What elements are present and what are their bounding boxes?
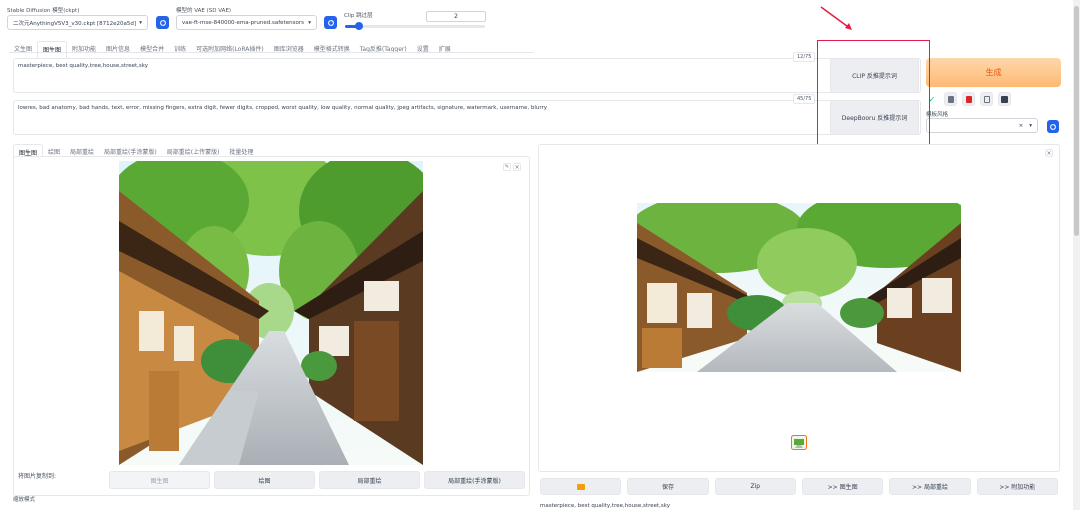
negative-prompt-text: lowres, bad anatomy, bad hands, text, er…	[18, 105, 548, 111]
main-tab-0[interactable]: 文生图	[9, 41, 37, 58]
ckpt-select[interactable]: 二次元AnythingV5V3_v30.ckpt [8712e20a5d] ▾	[7, 15, 148, 30]
vae-refresh-button[interactable]	[324, 16, 337, 29]
chevron-down-icon: ▾	[308, 19, 311, 26]
annotation-arrow	[820, 6, 852, 30]
main-tab-10[interactable]: 设置	[412, 41, 434, 58]
scrollbar-thumb[interactable]	[1074, 6, 1079, 236]
output-button-row: 保存 Zip >> 图生图 >> 局部重绘 >> 附加功能	[540, 478, 1058, 495]
style-refresh-button[interactable]	[1047, 120, 1059, 133]
folder-icon	[576, 483, 585, 490]
vae-label: 模型的 VAE (SD VAE)	[176, 8, 232, 14]
copy-to-button-3[interactable]: 局部重绘(手涂蒙版)	[424, 471, 525, 489]
trash-button[interactable]	[944, 92, 957, 106]
main-tab-1[interactable]: 图生图	[37, 41, 68, 58]
main-tab-9[interactable]: Tag反推(Tagger)	[355, 41, 412, 58]
positive-prompt-text: masterpiece, best quality,tree,house,str…	[18, 63, 149, 69]
clipboard-icon	[983, 95, 990, 103]
copy-to-label: 将图片复制到:	[18, 473, 57, 480]
vae-value: vae-ft-mse-840000-ema-pruned.safetensors	[182, 19, 304, 26]
card-icon	[965, 95, 972, 103]
edit-icon[interactable]: ✎	[503, 163, 511, 171]
main-tabs: 文生图 图生图 附加功能 图片信息 模型合并 训练 可选附加网络(LoRA插件) 图库浏览器模…	[9, 41, 456, 58]
generate-button[interactable]: 生成	[926, 58, 1061, 87]
copy-to-button-1[interactable]: 绘图	[214, 471, 315, 489]
trash-icon	[947, 95, 954, 103]
negative-token-counter: 45/75	[793, 94, 816, 104]
tabs-divider	[9, 52, 534, 53]
clipboard-button[interactable]	[980, 92, 993, 106]
positive-token-counter: 12/75	[793, 52, 816, 62]
style-select[interactable]: × ▾	[926, 118, 1038, 133]
refresh-icon	[327, 19, 334, 26]
red-card-button[interactable]	[962, 92, 975, 106]
main-tab-11[interactable]: 扩展	[434, 41, 456, 58]
vae-select[interactable]: vae-ft-mse-840000-ema-pruned.safetensors…	[176, 15, 317, 30]
output-button-2[interactable]: >> 图生图	[801, 478, 884, 495]
output-thumbnail[interactable]	[791, 435, 807, 450]
close-icon[interactable]: ×	[1045, 149, 1053, 157]
deepbooru-interrogate-button[interactable]: DeepBooru 反推提示词	[830, 100, 919, 135]
output-button-4[interactable]: >> 附加功能	[976, 478, 1058, 495]
clip-skip-slider[interactable]	[345, 22, 485, 30]
main-tab-8[interactable]: 模型格式转换	[309, 41, 355, 58]
negative-prompt-input[interactable]: lowres, bad anatomy, bad hands, text, er…	[13, 100, 921, 135]
input-image[interactable]	[119, 161, 423, 465]
ckpt-value: 二次元AnythingV5V3_v30.ckpt [8712e20a5d]	[13, 20, 137, 27]
copy-to-button-2[interactable]: 局部重绘	[319, 471, 420, 489]
chevron-down-icon: ▾	[1029, 122, 1032, 129]
clip-interrogate-button[interactable]: CLIP 反推提示词	[830, 58, 919, 93]
output-image[interactable]	[637, 203, 961, 372]
main-tab-5[interactable]: 训练	[169, 41, 191, 58]
floppy-icon	[1001, 95, 1008, 103]
refresh-icon	[1050, 123, 1056, 130]
output-button-1[interactable]: Zip	[714, 478, 796, 495]
output-button-0[interactable]: 保存	[627, 478, 709, 495]
chevron-down-icon: ▾	[139, 19, 142, 26]
clip-skip-label: Clip 跳过层	[344, 13, 373, 19]
copy-to-button-0[interactable]: 图生图	[109, 471, 210, 489]
main-tab-3[interactable]: 图片信息	[101, 41, 135, 58]
clip-skip-handle[interactable]	[355, 22, 363, 30]
output-caption: masterpiece, best quality,tree,house,str…	[540, 503, 671, 509]
main-tab-2[interactable]: 附加功能	[67, 41, 101, 58]
close-icon[interactable]: ×	[513, 163, 521, 171]
resize-mode-label: 缩放模式	[13, 497, 36, 503]
copy-button-row: 图生图 绘图 局部重绘 局部重绘(手涂蒙版)	[109, 471, 525, 489]
refresh-icon	[159, 19, 166, 26]
highlight-box	[817, 40, 930, 153]
folder-button[interactable]	[540, 478, 622, 495]
main-tab-4[interactable]: 模型合并	[135, 41, 169, 58]
ckpt-refresh-button[interactable]	[156, 16, 169, 29]
output-button-3[interactable]: >> 局部重绘	[889, 478, 971, 495]
positive-prompt-input[interactable]: masterpiece, best quality,tree,house,str…	[13, 58, 921, 93]
ckpt-label: Stable Diffusion 模型(ckpt)	[7, 8, 80, 14]
main-tab-7[interactable]: 图库浏览器	[269, 41, 309, 58]
clip-skip-input[interactable]: 2	[426, 11, 486, 22]
clear-icon[interactable]: ×	[1019, 123, 1024, 129]
main-tab-6[interactable]: 可选附加网络(LoRA插件)	[191, 41, 269, 58]
save-style-button[interactable]	[998, 92, 1011, 106]
page-scrollbar[interactable]	[1073, 0, 1080, 510]
